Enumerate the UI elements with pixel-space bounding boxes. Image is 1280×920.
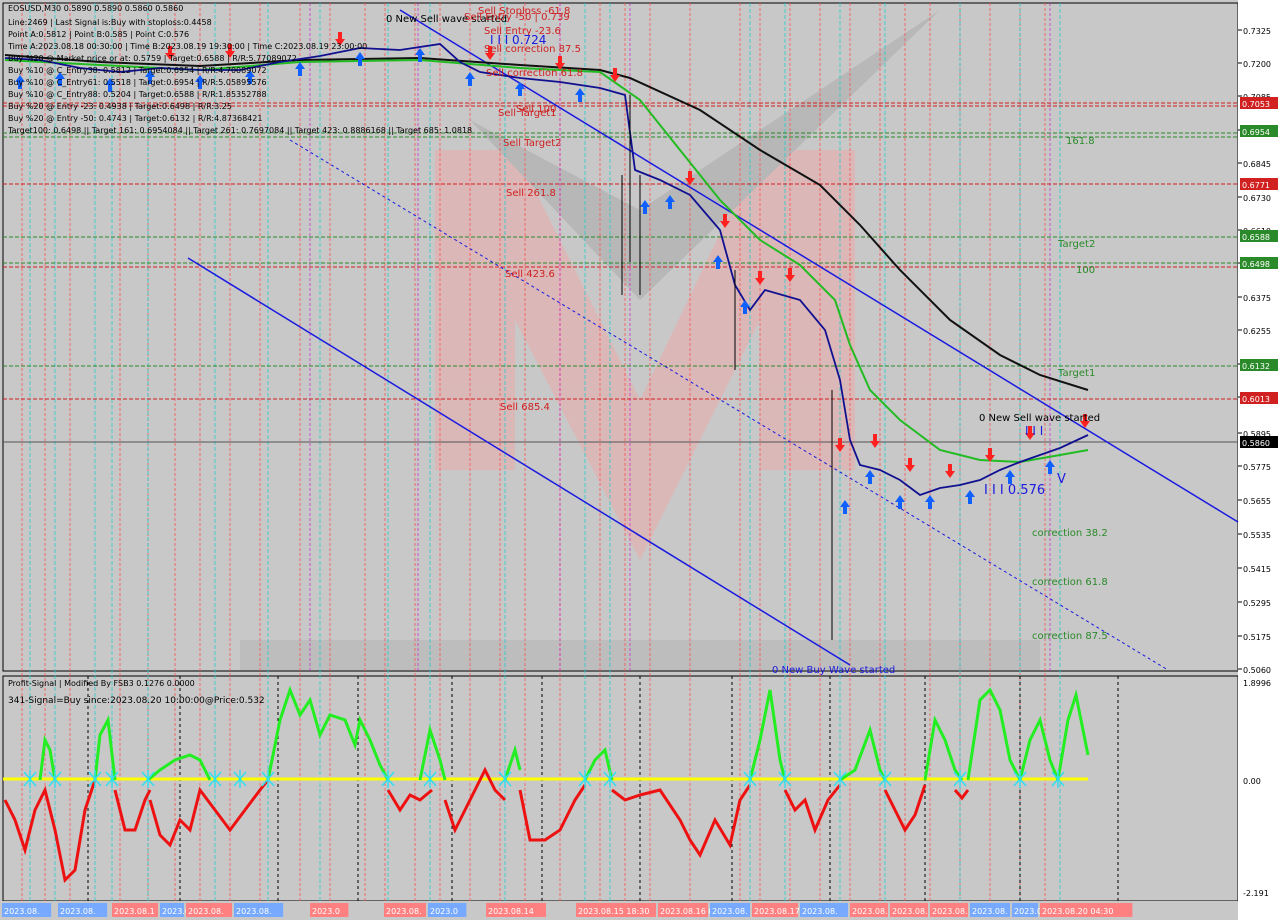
time-tick-label: 2023.08. [236,907,272,916]
info-line: Buy %10 @ C_Entry38: 0.5812 | Target:0.6… [8,66,267,75]
chart-annotation: Sell 685.4 [500,402,550,413]
price-tick-label: 0.5535 [1243,531,1271,540]
price-tag-label: 0.6498 [1242,260,1270,269]
time-tick-label: 2023.08. [188,907,224,916]
info-line: Point A:0.5812 | Point B:0.585 | Point C… [8,30,190,39]
info-line: Target100: 0.6498 || Target 161: 0.69540… [8,126,473,135]
price-tick-label: 0.7200 [1243,60,1271,69]
info-line: Time A:2023.08.18 00:30:00 | Time B:2023… [8,42,368,51]
time-tick-label: 2023.08. [712,907,748,916]
price-tick-label: 0.6375 [1243,294,1271,303]
chart-annotation: correction 38.2 [1032,528,1108,539]
chart-annotation: 161.8 [1066,136,1095,147]
time-tick-label: 2023.08. [972,907,1008,916]
price-tick-label: 0.5775 [1243,463,1271,472]
chart-annotation: Sell correction 87.5 [484,44,581,55]
indicator-tick-label: -2.191 [1243,889,1269,898]
time-tick-label: 2023.08. [852,907,888,916]
chart-annotation: correction 87.5 [1032,631,1108,642]
time-tick-label: 2023.08.1 [114,907,155,916]
price-tag-label: 0.5860 [1242,439,1270,448]
time-tick-label: 2023.08.20 04:30 [1042,907,1113,916]
price-tick-label: 0.6845 [1243,160,1271,169]
chart-annotation: Sell Entry -50 | 0.739 [464,12,570,23]
chart-annotation: Sell 423.6 [505,269,555,280]
indicator-panel [2,675,1239,902]
price-tag-label: 0.6771 [1242,181,1270,190]
chart-window: 0 New Sell wave started Sell Stoploss -61… [0,0,1280,920]
price-tag-label: 0.6132 [1242,362,1270,371]
time-tick-label: 2023.08. [4,907,40,916]
time-tick-label: 2023.08. [932,907,968,916]
price-tag-label: 0.6954 [1242,128,1270,137]
chart-annotation: V [1057,472,1066,487]
chart-annotation: Target1 [1057,368,1095,379]
chart-annotation: I I I 0.576 [984,483,1045,498]
chart-annotation: Sell Target1 [498,108,557,119]
indicator-title: Profit-Signal | Modified By FSB3 0.1276 … [8,679,195,688]
info-line: Buy %20 @ Market price or at: 0.5759 | T… [8,54,297,63]
chart-annotation: correction 61.8 [1032,577,1108,588]
chart-annotation: Sell 261.8 [506,188,556,199]
chart-annotation: Target2 [1057,239,1095,250]
price-tick-label: 0.5060 [1243,666,1271,675]
symbol-line: EOSUSD,M30 0.5890 0.5890 0.5860 0.5860 [8,4,184,13]
info-line: Buy %20 @ Entry -23: 0.4938 | Target:0.6… [8,102,232,111]
price-tick-label: 0.6730 [1243,194,1271,203]
info-line: Buy %10 @ C_Entry88: 0.5204 | Target:0.6… [8,90,267,99]
time-tick-label: 2023.0 [430,907,458,916]
price-tick-label: 0.5655 [1243,497,1271,506]
info-line: Buy %20 @ Entry -50: 0.4743 | Target:0.6… [8,114,263,123]
info-line: Line:2469 | Last Signal is:Buy with stop… [8,18,212,27]
indicator-tick-label: 1.8996 [1243,679,1271,688]
price-tick-label: 0.6255 [1243,327,1271,336]
price-tag-label: 0.6013 [1242,395,1270,404]
chart-annotation: Sell correction 61.8 [486,68,583,79]
price-tag-label: 0.7053 [1242,100,1270,109]
time-tick-label: 2023.08. [386,907,422,916]
time-tick-label: 2023.08.14 [488,907,534,916]
indicator-tick-label: 0.00 [1243,777,1261,786]
time-tick-label: 2023.0 [312,907,340,916]
price-tick-label: 0.5175 [1243,633,1271,642]
time-tick-label: 2023.08. [802,907,838,916]
chart-annotation: Sell Target2 [503,138,562,149]
chart-annotation: I I I [1025,424,1043,438]
time-tick-label: 2023.08. [892,907,928,916]
chart-annotation: 0 New Buy Wave started [772,665,895,676]
time-tick-label: 2023.08.15 18:30 [578,907,649,916]
indicator-signal: 341-Signal=Buy since:2023.08.20 10:00:00… [8,696,265,706]
chart-annotation: 100 [1076,265,1095,276]
chart-canvas[interactable]: 0 New Sell wave startedSell Stoploss -61… [0,0,1280,920]
price-tag-label: 0.6588 [1242,233,1270,242]
chart-annotation: 0 New Sell wave started [979,413,1100,424]
time-tick-label: 2023.08. [60,907,96,916]
price-tick-label: 0.7325 [1243,27,1271,36]
price-tick-label: 0.5295 [1243,599,1271,608]
price-tick-label: 0.5415 [1243,565,1271,574]
info-line: Buy %10 @ C_Entry61: 0.5518 | Target:0.6… [8,78,267,87]
watermark-text-bar [240,640,1040,670]
time-tick-label: 2023.08.17 [754,907,800,916]
